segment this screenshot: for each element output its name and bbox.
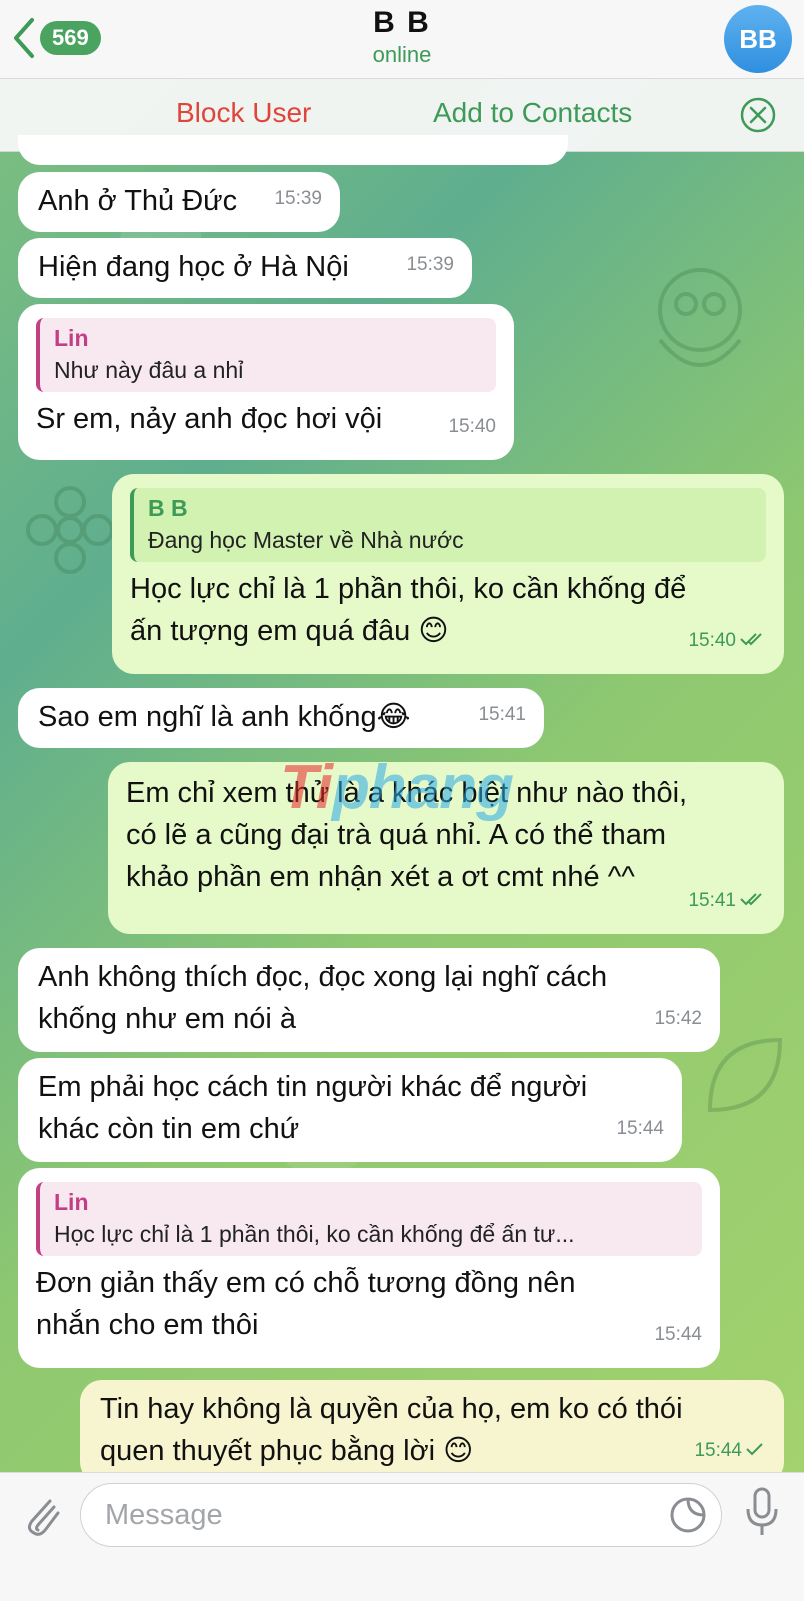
mic-icon[interactable] bbox=[744, 1487, 780, 1539]
add-to-contacts-button[interactable]: Add to Contacts bbox=[433, 97, 632, 129]
sticker-icon[interactable] bbox=[669, 1496, 707, 1534]
message-text-line: khác còn tin em chứ bbox=[38, 1113, 300, 1145]
double-check-icon bbox=[740, 633, 762, 646]
flower-doodle-icon bbox=[26, 486, 114, 574]
message-time: 15:39 bbox=[406, 254, 454, 275]
message-text: Anh ở Thủ Đức bbox=[38, 185, 238, 217]
owl-doodle-icon bbox=[658, 268, 742, 367]
message-text-line: ấn tượng em quá đâu 😊 bbox=[130, 615, 449, 647]
reply-quote[interactable]: Lin Học lực chỉ là 1 phần thôi, ko cần k… bbox=[36, 1182, 702, 1256]
message-text-line: Học lực chỉ là 1 phần thôi, ko cần khống… bbox=[130, 573, 687, 605]
chat-title[interactable]: B B bbox=[0, 6, 804, 40]
message-bubble-outgoing-with-reply[interactable]: B B Đang học Master về Nhà nước Học lực … bbox=[112, 474, 784, 674]
message-time: 15:39 bbox=[274, 188, 322, 209]
reply-text: Học lực chỉ là 1 phần thôi, ko cần khống… bbox=[54, 1221, 575, 1247]
message-time: 15:41 bbox=[478, 704, 526, 725]
double-check-icon bbox=[740, 893, 762, 906]
message-bubble[interactable]: Hiện đang học ở Hà Nội 15:39 bbox=[18, 238, 472, 298]
message-text: Hiện đang học ở Hà Nội bbox=[38, 251, 349, 283]
message-bubble-outgoing[interactable]: Tin hay không là quyền của họ, em ko có … bbox=[80, 1380, 784, 1484]
message-text-line: khảo phần em nhận xét a ơt cmt nhé ^^ bbox=[126, 861, 635, 893]
message-time: 15:40 bbox=[688, 620, 766, 662]
message-text-line: Em phải học cách tin người khác để người bbox=[38, 1071, 588, 1103]
message-text-line: quen thuyết phục bằng lời 😊 bbox=[100, 1435, 474, 1467]
message-text-line: Anh không thích đọc, đọc xong lại nghĩ c… bbox=[38, 961, 608, 993]
message-time: 15:44 bbox=[654, 1324, 702, 1345]
message-text-line: Tin hay không là quyền của họ, em ko có … bbox=[100, 1393, 683, 1425]
message-time: 15:40 bbox=[448, 416, 496, 437]
reply-text: Như này đâu a nhỉ bbox=[54, 357, 244, 383]
watermark-logo: Tiphang bbox=[280, 752, 514, 823]
chat-status: online bbox=[372, 42, 432, 67]
reply-author: Lin bbox=[54, 1189, 89, 1215]
attach-icon[interactable] bbox=[20, 1491, 64, 1539]
message-field[interactable] bbox=[80, 1483, 722, 1547]
message-input-bar bbox=[0, 1472, 804, 1601]
watermark-part-2: phang bbox=[331, 753, 514, 822]
avatar[interactable]: BB bbox=[724, 5, 792, 73]
reply-text: Đang học Master về Nhà nước bbox=[148, 527, 464, 553]
watermark-part-1: Ti bbox=[280, 753, 333, 822]
message-bubble[interactable]: Anh ở Thủ Đức 15:39 bbox=[18, 172, 340, 232]
message-bubble[interactable]: Sao em nghĩ là anh khống😂 15:41 bbox=[18, 688, 544, 748]
message-time: 15:41 bbox=[688, 880, 766, 922]
time-text: 15:40 bbox=[688, 630, 736, 651]
message-text: Sao em nghĩ là anh khống😂 bbox=[38, 701, 411, 733]
close-icon[interactable] bbox=[740, 97, 776, 133]
chat-header: 569 B B online BB bbox=[0, 0, 804, 79]
time-text: 15:44 bbox=[694, 1440, 742, 1461]
message-time: 15:44 bbox=[694, 1430, 766, 1472]
reply-author: Lin bbox=[54, 325, 89, 351]
message-text-line: nhắn cho em thôi bbox=[36, 1309, 259, 1341]
message-time: 15:44 bbox=[616, 1118, 664, 1139]
message-text-line: khống như em nói à bbox=[38, 1003, 297, 1035]
message-bubble[interactable]: Anh không thích đọc, đọc xong lại nghĩ c… bbox=[18, 948, 720, 1052]
message-time: 15:42 bbox=[654, 1008, 702, 1029]
reply-author: B B bbox=[148, 495, 188, 521]
message-text: Sr em, nảy anh đọc hơi vội bbox=[36, 403, 383, 435]
time-text: 15:41 bbox=[688, 890, 736, 911]
message-bubble[interactable]: Em phải học cách tin người khác để người… bbox=[18, 1058, 682, 1162]
message-bubble-partial bbox=[18, 135, 568, 165]
reply-quote[interactable]: Lin Như này đâu a nhỉ bbox=[36, 318, 496, 392]
message-input[interactable] bbox=[103, 1496, 647, 1534]
block-user-button[interactable]: Block User bbox=[176, 97, 311, 129]
message-bubble-with-reply[interactable]: Lin Như này đâu a nhỉ Sr em, nảy anh đọc… bbox=[18, 304, 514, 460]
reply-quote[interactable]: B B Đang học Master về Nhà nước bbox=[130, 488, 766, 562]
message-bubble-with-reply[interactable]: Lin Học lực chỉ là 1 phần thôi, ko cần k… bbox=[18, 1168, 720, 1368]
message-text-line: Đơn giản thấy em có chỗ tương đồng nên bbox=[36, 1267, 576, 1299]
check-icon bbox=[746, 1443, 763, 1456]
